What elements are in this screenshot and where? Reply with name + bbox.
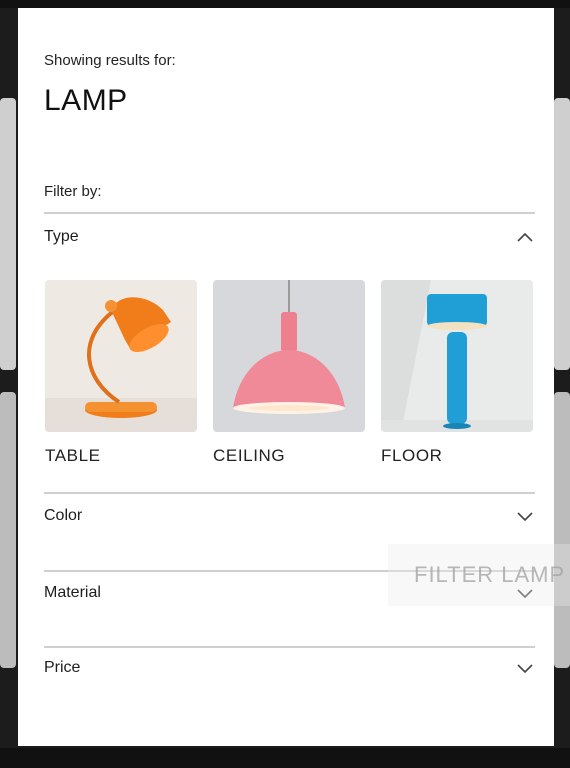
type-option-ceiling[interactable]: CEILING bbox=[213, 280, 365, 472]
color-section-header[interactable]: Color bbox=[44, 502, 535, 530]
background-card bbox=[0, 392, 16, 668]
filter-lamp-overlay-label: FILTER LAMP bbox=[414, 562, 566, 587]
ceiling-lamp-image bbox=[213, 280, 365, 432]
divider bbox=[44, 492, 535, 494]
floor-lamp-image bbox=[381, 280, 533, 432]
price-section-header[interactable]: Price bbox=[44, 654, 535, 682]
type-option-label: CEILING bbox=[213, 446, 286, 465]
type-option-label: FLOOR bbox=[381, 446, 443, 465]
backdrop-bottom bbox=[0, 748, 570, 768]
background-card bbox=[554, 98, 570, 370]
divider bbox=[44, 646, 535, 648]
filter-modal: Showing results for: LAMP Filter by: Typ… bbox=[18, 8, 554, 746]
type-option-label: TABLE bbox=[45, 446, 101, 465]
search-query: LAMP bbox=[44, 84, 128, 117]
filter-by-label: Filter by: bbox=[44, 183, 102, 200]
type-section-header[interactable]: Type bbox=[44, 223, 535, 251]
background-card bbox=[0, 98, 16, 370]
type-options-grid: TABLE CEILING FLOOR bbox=[45, 280, 535, 472]
chevron-down-icon[interactable] bbox=[515, 506, 535, 526]
showing-results-label: Showing results for: bbox=[44, 52, 176, 69]
color-section-label: Color bbox=[44, 507, 83, 524]
price-section-label: Price bbox=[44, 659, 81, 676]
chevron-up-icon[interactable] bbox=[515, 227, 535, 247]
material-section-label: Material bbox=[44, 584, 101, 601]
type-section-label: Type bbox=[44, 228, 79, 245]
backdrop-top bbox=[0, 0, 570, 8]
table-lamp-image bbox=[45, 280, 197, 432]
type-option-table[interactable]: TABLE bbox=[45, 280, 197, 472]
chevron-down-icon[interactable] bbox=[515, 658, 535, 678]
background-card bbox=[554, 392, 570, 668]
type-option-floor[interactable]: FLOOR bbox=[381, 280, 533, 472]
divider bbox=[44, 212, 535, 214]
